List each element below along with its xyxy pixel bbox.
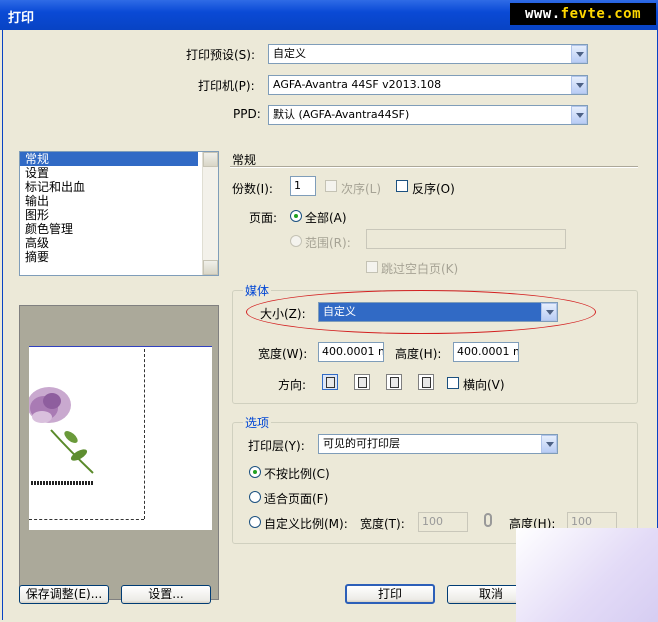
category-item[interactable]: 颜色管理 bbox=[20, 222, 218, 236]
print-preview bbox=[19, 305, 219, 600]
height-label: 高度(H): bbox=[395, 347, 442, 361]
reverse-portrait-icon[interactable] bbox=[386, 374, 402, 390]
category-item[interactable]: 高级 bbox=[20, 236, 218, 250]
skip-blank-label: 跳过空白页(K) bbox=[381, 262, 459, 276]
category-items: 常规 设置 标记和出血 输出 图形 颜色管理 高级 摘要 bbox=[20, 152, 218, 264]
fit-page-radio[interactable] bbox=[249, 491, 261, 503]
setup-button[interactable]: 设置... bbox=[121, 585, 211, 604]
no-scale-radio[interactable] bbox=[249, 466, 261, 478]
watermark-prefix: www. bbox=[524, 6, 561, 22]
scroll-up-icon[interactable] bbox=[203, 152, 218, 167]
collate-checkbox[interactable] bbox=[325, 180, 337, 192]
width-label: 宽度(W): bbox=[258, 347, 308, 361]
layer-select[interactable]: 可见的可打印层 bbox=[318, 434, 558, 454]
chain-link-icon[interactable] bbox=[484, 513, 492, 527]
no-scale-label: 不按比例(C) bbox=[264, 467, 330, 481]
height-input[interactable]: 400.0001 m bbox=[453, 342, 519, 362]
pages-label: 页面: bbox=[249, 211, 278, 225]
printer-label: 打印机(P): bbox=[198, 79, 255, 93]
size-label: 大小(Z): bbox=[260, 307, 306, 321]
media-title: 媒体 bbox=[243, 282, 272, 299]
category-item[interactable]: 标记和出血 bbox=[20, 180, 218, 194]
category-item[interactable]: 摘要 bbox=[20, 250, 218, 264]
preset-select[interactable]: 自定义 bbox=[268, 44, 588, 64]
printer-select[interactable]: AGFA-Avantra 44SF v2013.108 bbox=[268, 75, 588, 95]
range-input[interactable] bbox=[366, 229, 566, 249]
chevron-down-icon[interactable] bbox=[541, 303, 557, 321]
chevron-down-icon[interactable] bbox=[571, 76, 587, 94]
preset-label: 打印预设(S): bbox=[186, 48, 256, 62]
category-list[interactable]: 常规 设置 标记和出血 输出 图形 颜色管理 高级 摘要 bbox=[19, 151, 219, 276]
reverse-checkbox[interactable] bbox=[396, 180, 408, 192]
heading-divider bbox=[230, 166, 638, 168]
preview-margin-line bbox=[29, 519, 144, 520]
list-scrollbar[interactable] bbox=[202, 152, 218, 275]
transverse-label: 横向(V) bbox=[463, 378, 505, 392]
chevron-down-icon[interactable] bbox=[571, 45, 587, 63]
print-button[interactable]: 打印 bbox=[345, 584, 435, 604]
size-value: 自定义 bbox=[323, 305, 356, 318]
all-pages-label: 全部(A) bbox=[305, 211, 347, 225]
copies-input[interactable]: 1 bbox=[290, 176, 316, 196]
layer-value: 可见的可打印层 bbox=[323, 437, 400, 450]
layer-label: 打印层(Y): bbox=[248, 439, 305, 453]
width-input[interactable]: 400.0001 m bbox=[318, 342, 384, 362]
watermark-logo: www.fevte.com bbox=[510, 3, 656, 25]
category-item[interactable]: 常规 bbox=[20, 152, 198, 166]
ppd-select[interactable]: 默认 (AGFA-Avantra44SF) bbox=[268, 105, 588, 125]
all-pages-radio[interactable] bbox=[290, 210, 302, 222]
transverse-checkbox[interactable] bbox=[447, 377, 459, 389]
category-item[interactable]: 输出 bbox=[20, 194, 218, 208]
reverse-landscape-icon[interactable] bbox=[418, 374, 434, 390]
preview-page bbox=[29, 346, 212, 530]
flower-image bbox=[29, 387, 94, 474]
range-label: 范围(R): bbox=[305, 236, 351, 250]
portrait-icon[interactable] bbox=[322, 374, 338, 390]
window-title: 打印 bbox=[8, 11, 35, 26]
ppd-value: 默认 (AGFA-Avantra44SF) bbox=[273, 108, 410, 121]
orientation-label: 方向: bbox=[278, 378, 307, 392]
skip-blank-checkbox[interactable] bbox=[366, 261, 378, 273]
chevron-down-icon[interactable] bbox=[541, 435, 557, 453]
fit-page-label: 适合页面(F) bbox=[264, 492, 329, 506]
scroll-down-icon[interactable] bbox=[203, 260, 218, 275]
size-select[interactable]: 自定义 bbox=[318, 302, 558, 322]
reverse-label: 反序(O) bbox=[412, 182, 455, 196]
copies-label: 份数(I): bbox=[232, 182, 273, 196]
collate-label: 次序(L) bbox=[341, 182, 382, 196]
custom-scale-radio[interactable] bbox=[249, 516, 261, 528]
corner-overlay bbox=[516, 528, 658, 622]
ppd-label: PPD: bbox=[233, 107, 261, 121]
preview-margin-line bbox=[144, 349, 145, 519]
range-radio[interactable] bbox=[290, 235, 302, 247]
scale-width-label: 宽度(T): bbox=[360, 517, 405, 531]
custom-scale-label: 自定义比例(M): bbox=[264, 517, 348, 531]
printer-value: AGFA-Avantra 44SF v2013.108 bbox=[273, 78, 442, 91]
category-item[interactable]: 图形 bbox=[20, 208, 218, 222]
preview-text-line bbox=[31, 481, 93, 485]
save-settings-button[interactable]: 保存调整(E)... bbox=[19, 585, 109, 604]
category-item[interactable]: 设置 bbox=[20, 166, 218, 180]
scale-width-input[interactable]: 100 bbox=[418, 512, 468, 532]
preset-value: 自定义 bbox=[273, 47, 306, 60]
options-title: 选项 bbox=[243, 414, 272, 431]
landscape-icon[interactable] bbox=[354, 374, 370, 390]
chevron-down-icon[interactable] bbox=[571, 106, 587, 124]
watermark-site: fevte.com bbox=[560, 6, 642, 22]
